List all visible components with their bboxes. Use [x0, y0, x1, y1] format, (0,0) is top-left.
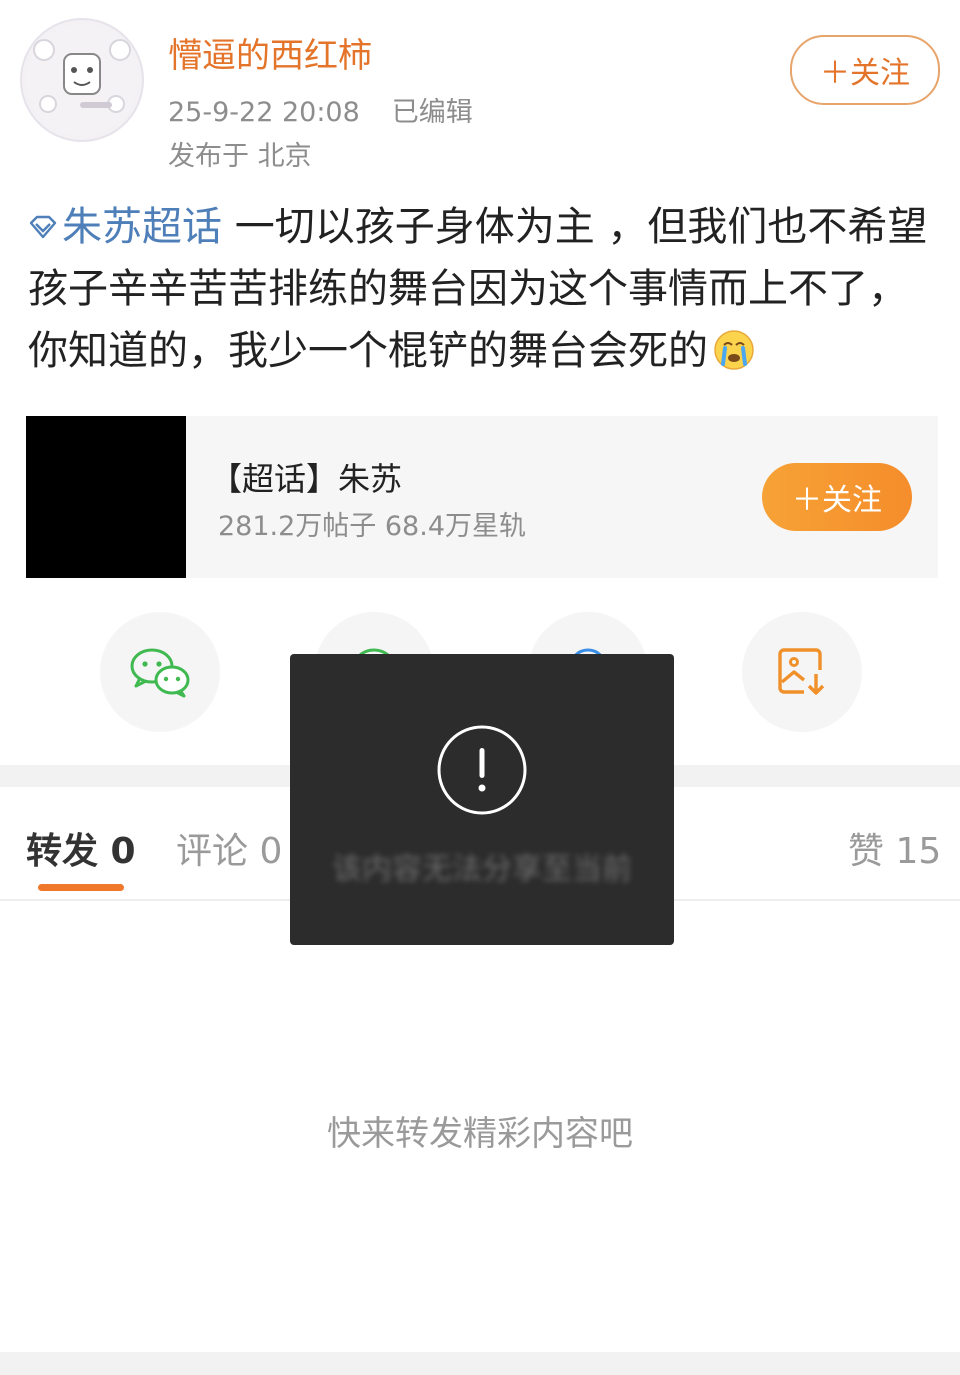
supertopic-cover	[26, 416, 186, 578]
tab-comment[interactable]: 评论 0	[176, 822, 282, 874]
follow-author-button[interactable]: ＋关注	[790, 35, 940, 105]
empty-state-text: 快来转发精彩内容吧	[327, 1114, 633, 1154]
post-text: 朱苏超话 一切以孩子身体为主 ，但我们也不希望孩子辛辛苦苦排练的舞台因为这个事情…	[28, 196, 940, 382]
avatar-image	[26, 24, 138, 136]
save-image-button[interactable]	[742, 612, 862, 732]
tab-repost[interactable]: 转发 0	[26, 822, 136, 874]
supertopic-follow-button[interactable]: ＋关注	[762, 463, 912, 531]
supertopic-title: 【超话】朱苏	[210, 460, 403, 498]
share-wechat-button[interactable]	[100, 612, 220, 732]
topic-label: 朱苏超话	[62, 204, 222, 250]
post-time: 25-9-22 20:08	[168, 97, 360, 128]
post-meta: 25-9-22 20:08 已编辑	[168, 90, 473, 129]
bottom-divider	[0, 1352, 960, 1375]
edited-label: 已编辑	[391, 97, 473, 128]
post-location: 发布于 北京	[168, 141, 312, 172]
tab-like[interactable]: 赞 15	[848, 822, 941, 874]
topic-link[interactable]: 朱苏超话	[28, 204, 222, 250]
author-name[interactable]: 懵逼的西红柿	[168, 28, 372, 77]
toast-message: 该内容无法分享至当前	[332, 852, 632, 887]
save-image-icon	[778, 648, 825, 695]
supertopic-stats: 281.2万帖子 68.4万星轨	[218, 511, 526, 542]
avatar[interactable]	[20, 18, 144, 142]
supertopic-card[interactable]: 【超话】朱苏 281.2万帖子 68.4万星轨 ＋关注	[26, 416, 938, 578]
crying-face-icon	[714, 330, 754, 370]
wechat-icon	[130, 648, 190, 698]
active-tab-indicator	[38, 884, 124, 891]
exclamation-icon	[437, 725, 527, 815]
toast-dialog: 该内容无法分享至当前	[290, 654, 674, 945]
supertopic-diamond-icon	[29, 215, 57, 239]
